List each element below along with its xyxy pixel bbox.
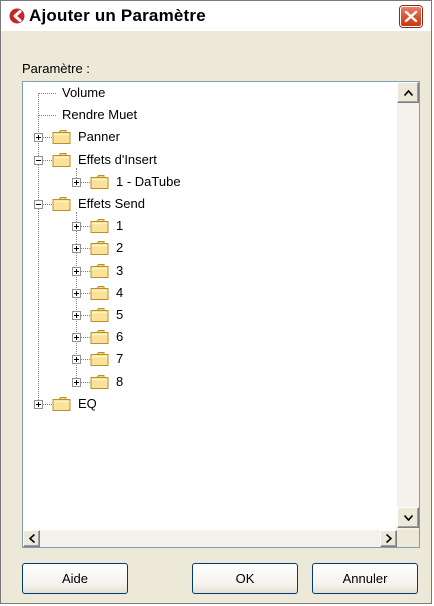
- expand-icon[interactable]: [72, 333, 81, 342]
- expand-icon[interactable]: [72, 311, 81, 320]
- folder-icon: [90, 352, 109, 366]
- tree-item-label: 3: [116, 263, 124, 278]
- tree-connector-line: [38, 115, 56, 116]
- tree-item-label: 8: [116, 374, 124, 389]
- chevron-up-icon: [403, 89, 413, 96]
- tree-item[interactable]: 7: [23, 348, 397, 370]
- expand-icon[interactable]: [72, 244, 81, 253]
- expand-icon[interactable]: [34, 133, 43, 142]
- folder-icon: [90, 308, 109, 322]
- scroll-left-button[interactable]: [23, 530, 40, 547]
- collapse-icon[interactable]: [34, 200, 43, 209]
- tree-item-label: 4: [116, 285, 124, 300]
- close-button[interactable]: [400, 6, 422, 27]
- chevron-down-icon: [403, 514, 413, 521]
- expand-icon[interactable]: [72, 267, 81, 276]
- tree-item[interactable]: 3: [23, 260, 397, 282]
- cancel-button[interactable]: Annuler: [312, 563, 418, 594]
- vertical-scrollbar[interactable]: [397, 82, 419, 530]
- tree-item-label: Volume: [62, 85, 106, 100]
- tree-item[interactable]: 6: [23, 326, 397, 348]
- tree-item[interactable]: 1: [23, 215, 397, 237]
- scroll-right-button[interactable]: [380, 530, 397, 547]
- folder-icon: [90, 286, 109, 300]
- folder-icon: [90, 330, 109, 344]
- tree-item-label: Panner: [78, 129, 120, 144]
- folder-icon: [52, 397, 71, 411]
- chevron-left-icon: [28, 534, 35, 543]
- tree-item[interactable]: 2: [23, 237, 397, 259]
- tree-item-label: 2: [116, 240, 124, 255]
- tree-connector-line: [38, 93, 56, 94]
- folder-icon: [90, 175, 109, 189]
- tree-item-label: Effets Send: [78, 196, 145, 211]
- cubase-logo-icon: [9, 8, 25, 24]
- folder-icon: [90, 264, 109, 278]
- tree-item-label: EQ: [78, 396, 97, 411]
- expand-icon[interactable]: [72, 289, 81, 298]
- tree-item-label: Effets d'Insert: [78, 152, 157, 167]
- expand-icon[interactable]: [34, 400, 43, 409]
- folder-icon: [90, 375, 109, 389]
- expand-icon[interactable]: [72, 355, 81, 364]
- tree-item-label: Rendre Muet: [62, 107, 138, 122]
- collapse-icon[interactable]: [34, 156, 43, 165]
- window-title: Ajouter un Paramètre: [29, 6, 206, 25]
- tree-item[interactable]: Panner: [23, 126, 397, 148]
- chevron-right-icon: [385, 534, 392, 543]
- parameter-tree[interactable]: Volume Rendre Muet Panner Effets d'Insert 1 …: [22, 81, 420, 548]
- tree-item[interactable]: Volume: [23, 82, 397, 104]
- expand-icon[interactable]: [72, 178, 81, 187]
- tree-item-label: 1: [116, 218, 124, 233]
- tree-item-label: 1 - DaTube: [116, 174, 181, 189]
- tree-item-label: 7: [116, 351, 124, 366]
- close-icon: [404, 10, 418, 23]
- tree-item-label: 6: [116, 329, 124, 344]
- dialog-window: Ajouter un Paramètre Paramètre : Volume R…: [0, 0, 432, 604]
- scroll-up-button[interactable]: [397, 82, 419, 103]
- expand-icon[interactable]: [72, 222, 81, 231]
- tree-item[interactable]: Effets d'Insert: [23, 149, 397, 171]
- folder-icon: [52, 153, 71, 167]
- folder-icon: [90, 241, 109, 255]
- tree-item[interactable]: 5: [23, 304, 397, 326]
- tree-item[interactable]: 4: [23, 282, 397, 304]
- tree-item[interactable]: Rendre Muet: [23, 104, 397, 126]
- tree-item[interactable]: 8: [23, 371, 397, 393]
- folder-icon: [90, 219, 109, 233]
- expand-icon[interactable]: [72, 378, 81, 387]
- folder-icon: [52, 197, 71, 211]
- scrollbar-corner: [397, 530, 419, 547]
- scroll-down-button[interactable]: [397, 507, 419, 528]
- title-bar[interactable]: Ajouter un Paramètre: [1, 1, 431, 31]
- ok-button[interactable]: OK: [192, 563, 298, 594]
- tree-content: Volume Rendre Muet Panner Effets d'Insert 1 …: [23, 82, 397, 530]
- tree-item[interactable]: Effets Send: [23, 193, 397, 215]
- tree-item[interactable]: EQ: [23, 393, 397, 415]
- folder-icon: [52, 130, 71, 144]
- tree-item-label: 5: [116, 307, 124, 322]
- tree-item[interactable]: 1 - DaTube: [23, 171, 397, 193]
- parameter-label: Paramètre :: [22, 61, 90, 76]
- help-button[interactable]: Aide: [22, 563, 128, 594]
- horizontal-scrollbar[interactable]: [23, 530, 397, 547]
